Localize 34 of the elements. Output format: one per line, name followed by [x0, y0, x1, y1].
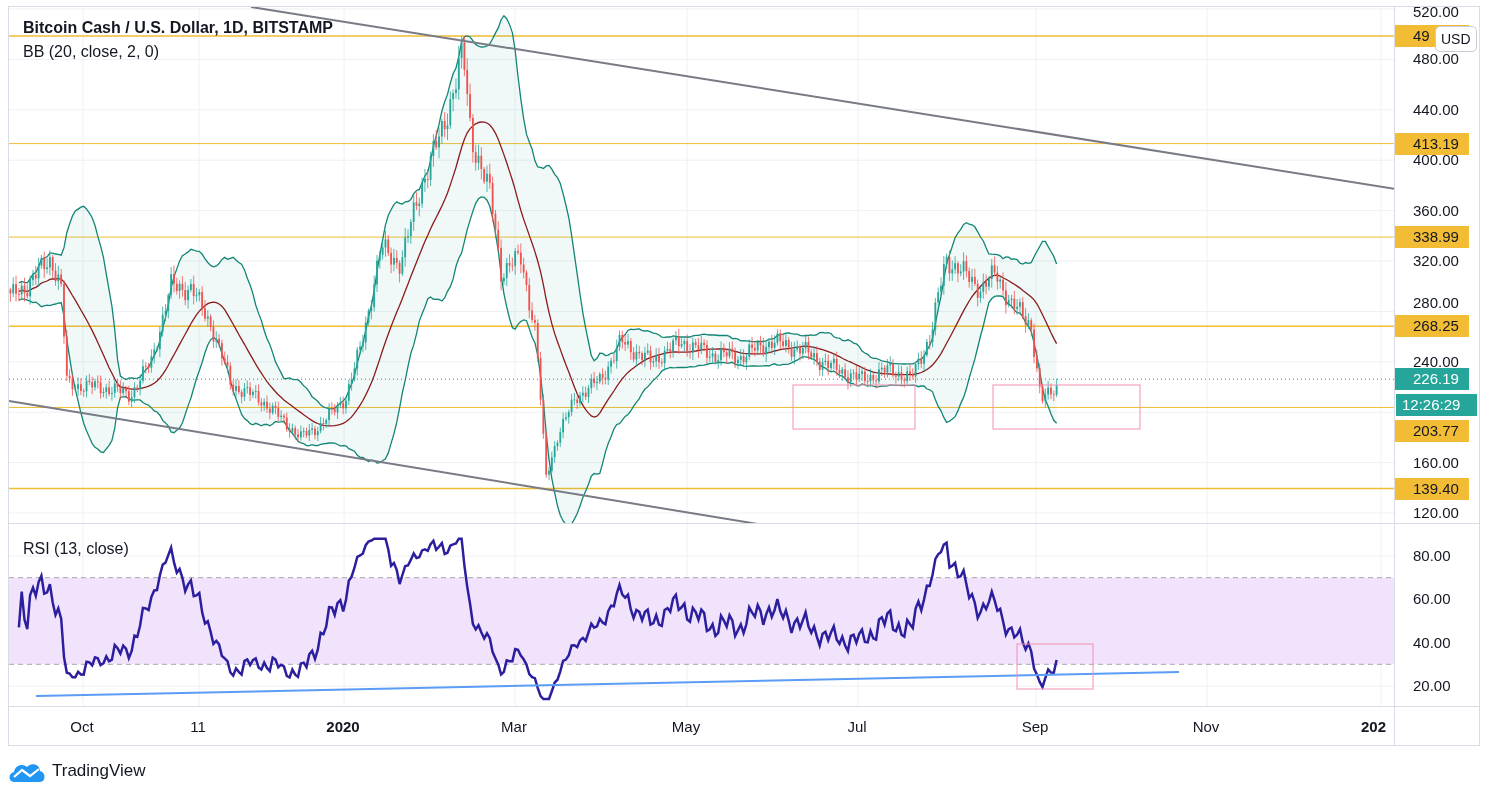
price-axis-label: 520.00: [1413, 7, 1459, 21]
price-axis-label: 440.00: [1413, 100, 1459, 119]
time-axis-label: Oct: [70, 718, 94, 735]
time-axis-label: 202: [1361, 718, 1387, 735]
time-axis-label: Nov: [1192, 718, 1220, 735]
time-axis-label: Mar: [501, 718, 527, 735]
price-axis-label: 160.00: [1413, 453, 1459, 472]
last-price-label: 226.19: [1395, 368, 1469, 391]
time-axis-label: May: [671, 718, 701, 735]
price-axis-label: 240.00: [1413, 352, 1459, 371]
rsi-axis-label: 80.00: [1413, 547, 1451, 565]
rsi-axis-label: 40.00: [1413, 633, 1451, 652]
price-level-label: 338.99: [1395, 226, 1469, 249]
countdown-label: 12:26:29: [1396, 394, 1477, 416]
time-axis-label: Sep: [1021, 718, 1049, 735]
brand-name: TradingView: [52, 761, 146, 781]
indicator-label: BB (20, close, 2, 0): [23, 43, 160, 61]
chart-title: Bitcoin Cash / U.S. Dollar, 1D, BITSTAMP: [23, 19, 333, 37]
price-axis-label: 320.00: [1413, 252, 1459, 270]
currency-badge[interactable]: USD: [1435, 26, 1477, 52]
rsi-axis-label: 20.00: [1413, 677, 1451, 695]
time-axis-label: 11: [190, 718, 206, 735]
price-level-label: 268.25: [1395, 315, 1469, 338]
price-axis-label: 120.00: [1413, 504, 1459, 522]
rsi-label: RSI (13, close): [23, 540, 129, 558]
time-axis-label: Jul: [847, 718, 867, 735]
price-level-label: 139.40: [1395, 477, 1469, 500]
price-level-label: 413.19: [1395, 132, 1469, 155]
rsi-axis-label: 60.00: [1413, 590, 1451, 609]
price-axis-label: 360.00: [1413, 201, 1459, 220]
price-axis-label: 480.00: [1413, 50, 1459, 69]
price-level-label: 203.77: [1395, 420, 1469, 443]
price-axis-label: 280.00: [1413, 294, 1459, 313]
time-axis-label: 2020: [326, 718, 360, 735]
